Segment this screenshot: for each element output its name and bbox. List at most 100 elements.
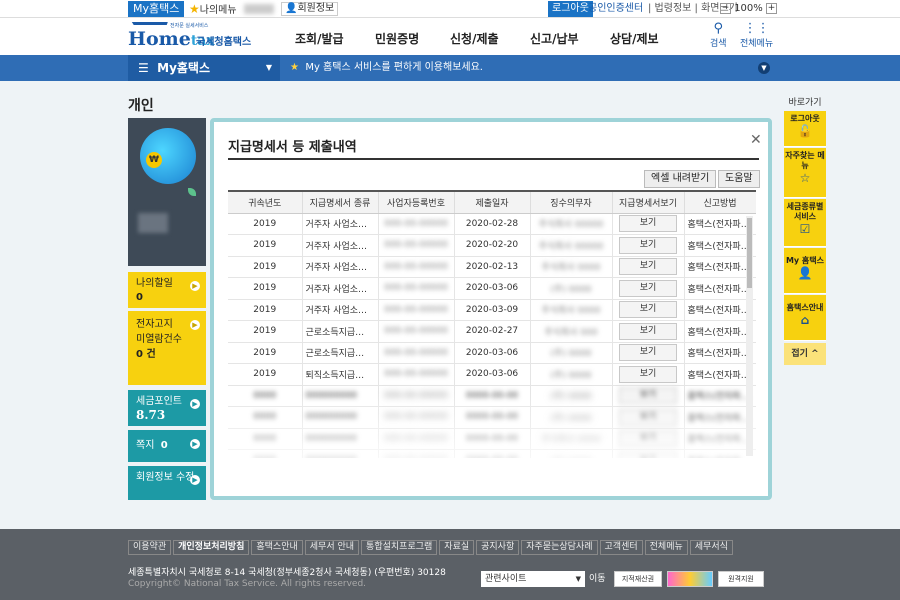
my-hometax-button[interactable]: My홈택스 xyxy=(128,1,185,17)
footer-link-installer[interactable]: 통합설치프로그램 xyxy=(361,540,438,555)
my-hometax-dropdown[interactable]: ☰ My홈택스 ▼ xyxy=(128,55,280,81)
quick-logout[interactable]: 로그아웃 🔓 xyxy=(784,111,826,147)
scrollbar-thumb[interactable] xyxy=(747,218,752,288)
logout-button[interactable]: 로그아웃 xyxy=(548,1,593,17)
zoom-out-button[interactable]: − xyxy=(720,2,731,14)
cell-bizno-text: 000-00-00000 xyxy=(384,304,448,315)
view-button[interactable]: 보기 xyxy=(619,365,677,383)
view-button[interactable]: 보기 xyxy=(619,215,677,233)
footer-link-privacy[interactable]: 개인정보처리방침 xyxy=(173,540,250,555)
view-button[interactable]: 보기 xyxy=(619,344,677,362)
footer-link-forms[interactable]: 세무서식 xyxy=(689,540,733,555)
ebill-box[interactable]: 전자고지 미열람건수 0 건 ▶ xyxy=(128,311,206,385)
quick-logout-label: 로그아웃 xyxy=(790,114,820,123)
checkbox-icon: ☑ xyxy=(799,222,811,236)
view-button[interactable]: 보기 xyxy=(619,279,677,297)
view-button[interactable]: 보기 xyxy=(619,258,677,276)
nav-report-pay[interactable]: 신고/납부 xyxy=(530,30,579,47)
cell-bizno: 000-00-00000 xyxy=(378,363,455,386)
footer-link-office[interactable]: 세무서 안내 xyxy=(304,540,360,555)
view-button[interactable]: 보기 xyxy=(619,322,677,340)
table-row: 2019 근로소득지급… 000-00-00000 2020-02-27 주식회사 00… xyxy=(228,320,756,343)
cell-payer: 주식회사 0000 xyxy=(530,256,613,278)
nav-apply-submit[interactable]: 신청/제출 xyxy=(450,30,499,47)
top-utility-bar: My홈택스 ★나의메뉴 👤회원정보 로그아웃 공인인증센터 | 법령정보 | 화… xyxy=(0,0,900,18)
footer-address: 세종특별자치시 국세청로 8-14 국세청(정부세종2청사 국세청동) (우편번… xyxy=(128,568,446,578)
cell-view: 보기 xyxy=(612,320,685,343)
cell-method-text: 홈택스(전자파… xyxy=(687,306,750,317)
cell-year: 2019 xyxy=(228,299,303,321)
cell-kind: 거주자 사업소… xyxy=(302,256,379,278)
nav-inquiry-issue[interactable]: 조회/발급 xyxy=(295,30,344,47)
todo-label: 나의할일 xyxy=(136,278,173,289)
quick-tax-service[interactable]: 세금종류별 서비스 ☑ xyxy=(784,199,826,247)
nav-consult-report[interactable]: 상담/제보 xyxy=(610,30,659,47)
search-button[interactable]: ⚲ 검색 xyxy=(710,22,727,50)
cell-year: 2019 xyxy=(228,342,303,364)
cell-bizno-text: 000-00-00000 xyxy=(384,347,448,358)
close-icon[interactable]: ✕ xyxy=(750,132,762,148)
quick-tax-service-label: 세금종류별 서비스 xyxy=(786,202,824,221)
footer-link-guide[interactable]: 홈택스안내 xyxy=(251,540,303,555)
nav-civil-certificate[interactable]: 민원증명 xyxy=(375,30,419,47)
footer-link-notice[interactable]: 공지사항 xyxy=(476,540,520,555)
cell-payer: 주식회사 000 xyxy=(530,320,613,343)
lock-icon: 🔓 xyxy=(797,124,813,138)
quick-fold-button[interactable]: 접기 ^ xyxy=(784,343,826,365)
quick-my-hometax[interactable]: My 홈택스 👤 xyxy=(784,248,826,294)
help-button[interactable]: 도움말 xyxy=(718,170,760,188)
cell-year: 2019 xyxy=(228,320,303,343)
cell-bizno: 000-00-00000 xyxy=(378,342,455,364)
table-row: 2019 근로소득지급… 000-00-00000 2020-03-06 (주) 000… xyxy=(228,342,756,364)
all-menu-button[interactable]: ⋮⋮ 전체메뉴 xyxy=(740,22,773,50)
table-header-row: 귀속년도 지급명세서 종류 사업자등록번호 제출일자 징수의무자 지급명세서보기… xyxy=(228,192,756,214)
cell-bizno-text: 000-00-00000 xyxy=(384,240,448,251)
move-button[interactable]: 이동 xyxy=(589,571,606,587)
quick-guide-label: 홈택스안내 xyxy=(786,303,824,312)
quick-favorite-label: 자주찾는 메뉴 xyxy=(785,151,825,170)
related-sites-select[interactable]: 관련사이트 ▼ xyxy=(481,571,585,587)
footer-link-all-menu[interactable]: 전체메뉴 xyxy=(644,540,688,555)
footer-link-library[interactable]: 자료실 xyxy=(439,540,475,555)
arrow-right-icon: ▶ xyxy=(190,399,200,409)
cell-method-text: 홈택스(전자파… xyxy=(687,284,750,295)
certification-badge[interactable] xyxy=(667,571,713,587)
todo-box[interactable]: 나의할일 0 ▶ xyxy=(128,272,206,308)
cell-year-text: 2019 xyxy=(253,218,277,229)
cell-method-text: 홈택스(전자파… xyxy=(687,370,750,381)
footer: 이용약관 개인정보처리방침 홈택스안내 세무서 안내 통합설치프로그램 자료실 공지사항 자주… xyxy=(0,529,900,600)
note-box[interactable]: 쪽지 0 ▶ xyxy=(128,430,206,462)
my-menu-link[interactable]: ★나의메뉴 xyxy=(189,2,237,18)
cell-payer-text: (주) 0000 xyxy=(550,349,592,360)
cell-date-text: 2020-03-06 xyxy=(465,369,519,380)
cell-payer: (주) 0000 xyxy=(530,342,613,364)
member-info-button[interactable]: 👤회원정보 xyxy=(281,2,339,16)
footer-link-customer[interactable]: 고객센터 xyxy=(599,540,643,555)
cell-year: 2019 xyxy=(228,277,303,300)
footer-link-terms[interactable]: 이용약관 xyxy=(128,540,172,555)
cell-kind-text: 거주자 사업소… xyxy=(305,306,368,317)
cell-year: 2019 xyxy=(228,256,303,278)
hometax-logo[interactable]: 전자문 실세서비스 Hometax 국세청홈택스 xyxy=(128,22,258,52)
footer-link-faq[interactable]: 자주묻는상담사례 xyxy=(521,540,598,555)
remote-support-badge[interactable]: 원격지원 xyxy=(718,571,764,587)
view-button[interactable]: 보기 xyxy=(619,301,677,319)
view-button[interactable]: 보기 xyxy=(619,236,677,254)
quick-favorite-menu[interactable]: 자주찾는 메뉴 ☆ xyxy=(784,148,826,198)
tax-points-box[interactable]: 세금포인트 8.73 ▶ xyxy=(128,390,206,426)
zoom-in-button[interactable]: + xyxy=(765,2,777,14)
cert-center-link[interactable]: 공인인증센터 xyxy=(588,2,643,16)
excel-download-button[interactable]: 엑셀 내려받기 xyxy=(644,170,717,188)
cell-date-text: 2020-02-27 xyxy=(465,326,519,337)
table-row: 2019 거주자 사업소… 000-00-00000 2020-03-09 주식회사 0… xyxy=(228,299,756,321)
cell-view: 보기 xyxy=(612,299,685,321)
table-scrollbar[interactable] xyxy=(746,216,753,456)
expand-chevron-icon[interactable]: ▼ xyxy=(758,62,770,74)
member-edit-box[interactable]: 회원정보 수정 ▶ xyxy=(128,466,206,500)
ip-badge[interactable]: 지적재산권 xyxy=(614,571,662,587)
cell-view: 보기 xyxy=(612,363,685,386)
quick-hometax-guide[interactable]: 홈택스안내 ⌂ xyxy=(784,295,826,341)
header: 전자문 실세서비스 Hometax 국세청홈택스 조회/발급 민원증명 신청/제… xyxy=(0,18,900,55)
cell-date: 2020-02-13 xyxy=(454,256,531,278)
notice-message: ★ My 홈택스 서비스를 편하게 이용해보세요. xyxy=(290,55,483,81)
